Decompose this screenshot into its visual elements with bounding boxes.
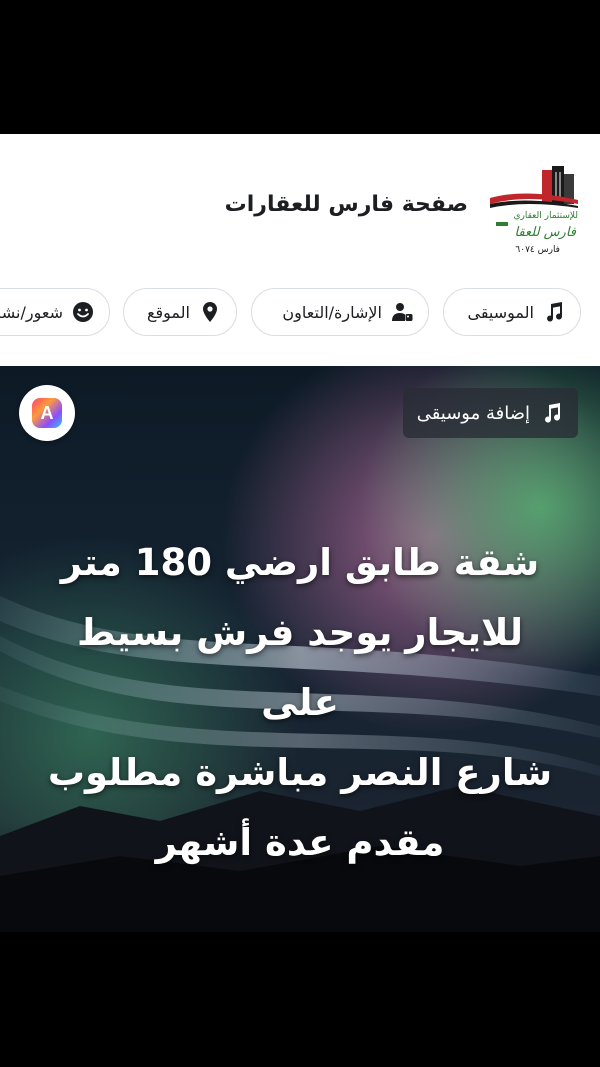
add-music-button[interactable]: إضافة موسيقى (402, 388, 578, 438)
music-chip[interactable]: الموسيقى (443, 288, 581, 336)
attachment-chip-row: الموسيقى الإشارة/التعاون الموقع شعور/نش (0, 288, 600, 340)
composer-header: للإستثمار العقاري فارس للعقا فارس ٦٠٧٤ ص… (0, 134, 600, 366)
music-note-icon (547, 302, 563, 322)
smiley-icon (73, 302, 93, 322)
page-logo: للإستثمار العقاري فارس للعقا فارس ٦٠٧٤ (490, 166, 578, 255)
post-overlay-text[interactable]: شقة طابق ارضي 180 متر للايجار يوجد فرش ب… (40, 528, 560, 878)
app-badge-button[interactable]: A (19, 385, 75, 441)
app-logo-icon: A (32, 398, 62, 428)
music-note-icon (545, 403, 561, 423)
tag-people-chip-label: الإشارة/التعاون (282, 302, 382, 322)
music-chip-label: الموسيقى (467, 302, 535, 322)
person-tag-icon (392, 303, 413, 321)
location-chip[interactable]: الموقع (123, 288, 237, 336)
add-music-label: إضافة موسيقى (416, 402, 530, 424)
location-chip-label: الموقع (147, 302, 190, 322)
feeling-chip[interactable]: شعور/نشاط (0, 288, 110, 336)
logo-line3: فارس ٦٠٧٤ (515, 245, 560, 255)
post-media[interactable]: A إضافة موسيقى شقة طابق ارضي 180 متر للا… (0, 366, 600, 932)
feeling-chip-label: شعور/نشاط (0, 302, 63, 322)
page-title[interactable]: صفحة فارس للعقارات (225, 192, 468, 217)
logo-line1: للإستثمار العقاري (513, 211, 578, 221)
tag-people-chip[interactable]: الإشارة/التعاون (251, 288, 429, 336)
location-pin-icon (203, 302, 217, 322)
screen: للإستثمار العقاري فارس للعقا فارس ٦٠٧٤ ص… (0, 0, 600, 1067)
logo-line2: فارس للعقا (514, 225, 576, 240)
